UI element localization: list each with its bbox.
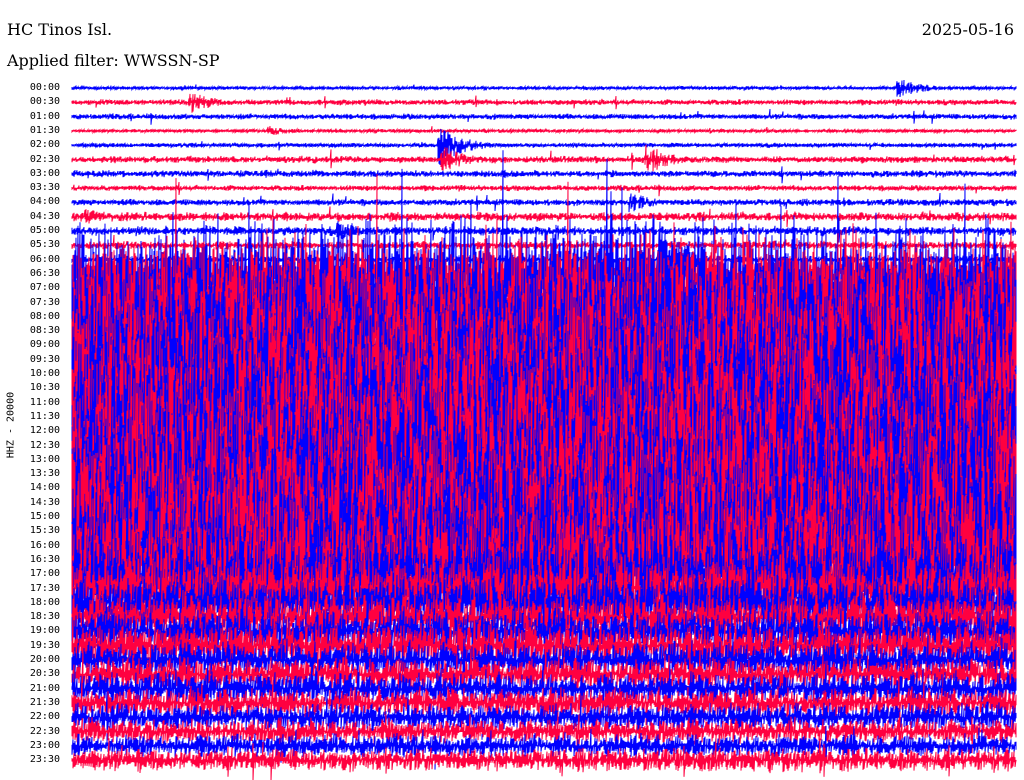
trace-row-0300 (71, 166, 1017, 184)
trace-row-0000 (71, 79, 1017, 98)
trace-row-0400 (71, 192, 1017, 213)
trace-row-0130 (71, 126, 1017, 135)
trace-row-0430 (71, 206, 1017, 228)
helicorder-plot (71, 79, 1017, 780)
trace-row-0030 (71, 93, 1017, 113)
trace-row-0330 (71, 181, 1017, 197)
trace-row-0100 (71, 109, 1017, 125)
trace-row-0230 (71, 144, 1017, 172)
